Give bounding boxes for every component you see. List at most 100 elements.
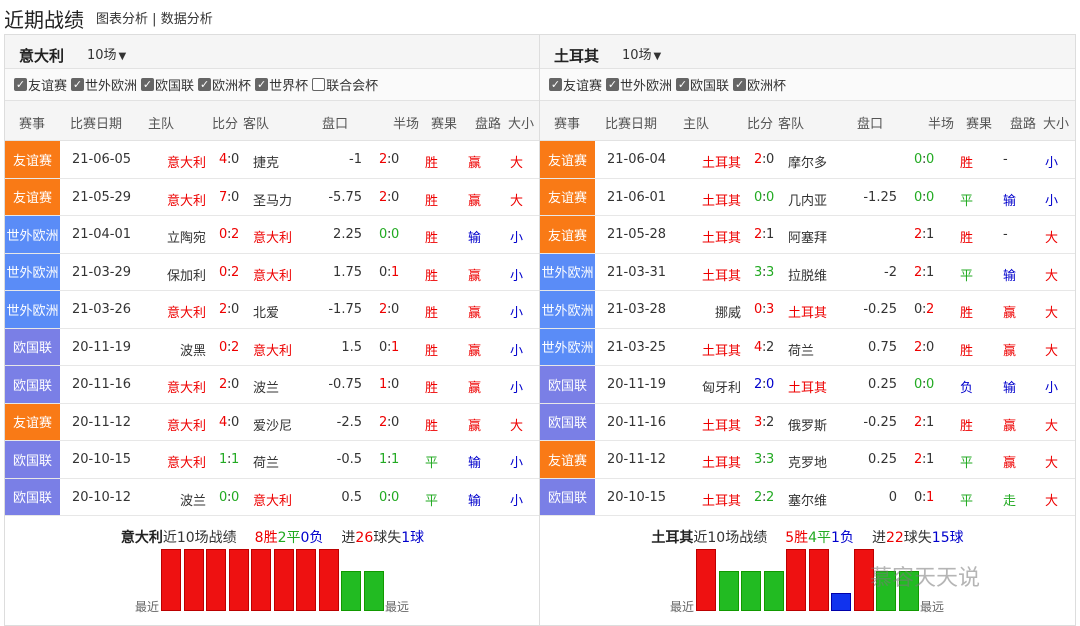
home-team[interactable]: 波黑 xyxy=(180,340,206,359)
checkbox-icon[interactable]: ✓ xyxy=(676,78,690,91)
home-team[interactable]: 土耳其 xyxy=(702,340,741,359)
checkbox-icon[interactable]: ✓ xyxy=(549,78,562,91)
checkbox-icon[interactable]: ✓ xyxy=(141,78,155,91)
away-team[interactable]: 意大利 xyxy=(253,340,292,359)
filter-checkbox[interactable]: ✓ 欧国联 xyxy=(141,75,194,94)
home-team[interactable]: 土耳其 xyxy=(702,265,741,284)
data-analysis-link[interactable]: 数据分析 xyxy=(161,12,213,27)
filter-checkbox[interactable]: ✓ 友谊赛 xyxy=(14,75,67,94)
match-count-dropdown[interactable]: 10场 ▼ xyxy=(622,44,661,63)
league-badge[interactable]: 友谊赛 xyxy=(5,141,60,178)
filter-checkbox[interactable]: ✓ 世外欧洲 xyxy=(71,75,137,94)
league-badge[interactable]: 欧国联 xyxy=(5,441,60,478)
league-badge[interactable]: 友谊赛 xyxy=(5,178,60,215)
checkbox-icon[interactable]: ✓ xyxy=(606,78,620,91)
result: 胜 xyxy=(960,306,974,321)
league-badge[interactable]: 世外欧洲 xyxy=(540,291,595,328)
match-count-dropdown[interactable]: 10场 ▼ xyxy=(87,44,126,63)
filter-checkbox[interactable]: ✓ 欧洲杯 xyxy=(733,75,786,94)
league-badge[interactable]: 世外欧洲 xyxy=(5,291,60,328)
home-team[interactable]: 保加利 xyxy=(167,265,206,284)
filter-checkbox[interactable]: ✓ 友谊赛 xyxy=(549,75,602,94)
away-team[interactable]: 俄罗斯 xyxy=(788,415,827,434)
away-team[interactable]: 意大利 xyxy=(253,227,292,246)
checkbox-icon[interactable]: ✓ xyxy=(255,78,269,91)
league-badge[interactable]: 欧国联 xyxy=(540,366,595,403)
league-badge[interactable]: 友谊赛 xyxy=(540,216,595,253)
away-team[interactable]: 波兰 xyxy=(253,377,279,396)
league-badge[interactable]: 欧国联 xyxy=(5,328,60,365)
home-team[interactable]: 匈牙利 xyxy=(702,377,741,396)
away-team[interactable]: 圣马力 xyxy=(253,190,292,209)
handicap-line: -5.75 xyxy=(328,189,362,205)
league-badge[interactable]: 欧国联 xyxy=(5,478,60,515)
away-team[interactable]: 土耳其 xyxy=(788,377,827,396)
home-team[interactable]: 波兰 xyxy=(180,490,206,509)
away-team[interactable]: 荷兰 xyxy=(788,340,814,359)
league-badge[interactable]: 世外欧洲 xyxy=(540,328,595,365)
away-team[interactable]: 塞尔维 xyxy=(788,490,827,509)
away-team[interactable]: 土耳其 xyxy=(788,302,827,321)
league-badge[interactable]: 世外欧洲 xyxy=(5,253,60,290)
over-under: 小 xyxy=(510,343,524,359)
score-away: 2 xyxy=(766,414,775,430)
match-count-label: 10场 xyxy=(87,48,117,63)
match-date: 21-03-28 xyxy=(607,302,667,317)
home-team[interactable]: 土耳其 xyxy=(702,190,741,209)
away-team[interactable]: 捷克 xyxy=(253,152,279,171)
away-team[interactable]: 阿塞拜 xyxy=(788,227,827,246)
away-team[interactable]: 北爱 xyxy=(253,302,279,321)
league-badge[interactable]: 友谊赛 xyxy=(540,178,595,215)
home-team[interactable]: 立陶宛 xyxy=(167,227,206,246)
league-badge[interactable]: 欧国联 xyxy=(540,478,595,515)
form-bar xyxy=(741,571,761,611)
league-badge[interactable]: 友谊赛 xyxy=(5,403,60,440)
home-team[interactable]: 意大利 xyxy=(167,452,206,471)
chart-analysis-link[interactable]: 图表分析 xyxy=(96,12,148,27)
match-count-label: 10场 xyxy=(622,48,652,63)
league-badge[interactable]: 世外欧洲 xyxy=(540,253,595,290)
away-team[interactable]: 克罗地 xyxy=(788,452,827,471)
away-team[interactable]: 荷兰 xyxy=(253,452,279,471)
filter-checkbox[interactable]: ✓ 欧洲杯 xyxy=(198,75,251,94)
checkbox-icon[interactable]: ✓ xyxy=(71,78,85,91)
league-badge[interactable]: 世外欧洲 xyxy=(5,216,60,253)
result: 胜 xyxy=(425,193,439,209)
league-badge[interactable]: 友谊赛 xyxy=(540,441,595,478)
away-team[interactable]: 几内亚 xyxy=(788,190,827,209)
form-summary: 意大利近10场战绩 8胜2平0负 进26球失1球 最近 最远 xyxy=(5,523,540,625)
away-team[interactable]: 意大利 xyxy=(253,265,292,284)
home-team[interactable]: 土耳其 xyxy=(702,490,741,509)
home-team[interactable]: 意大利 xyxy=(167,152,206,171)
away-team[interactable]: 爱沙尼 xyxy=(253,415,292,434)
home-team[interactable]: 意大利 xyxy=(167,190,206,209)
home-team[interactable]: 意大利 xyxy=(167,302,206,321)
filter-checkbox[interactable]: ✓ 欧国联 xyxy=(676,75,729,94)
checkbox-icon[interactable]: ✓ xyxy=(14,78,27,91)
checkbox-icon[interactable]: ✓ xyxy=(198,78,212,91)
away-team[interactable]: 意大利 xyxy=(253,490,292,509)
home-team[interactable]: 挪威 xyxy=(715,302,741,321)
team-header: 意大利 10场 ▼ xyxy=(5,35,540,69)
home-team[interactable]: 意大利 xyxy=(167,415,206,434)
league-badge[interactable]: 欧国联 xyxy=(5,366,60,403)
home-team[interactable]: 土耳其 xyxy=(702,227,741,246)
filter-checkbox[interactable]: ✓ 世界杯 xyxy=(255,75,308,94)
checkbox-icon[interactable] xyxy=(312,78,326,91)
handicap-line: 0.25 xyxy=(868,377,897,392)
home-team[interactable]: 土耳其 xyxy=(702,415,741,434)
checkbox-icon[interactable]: ✓ xyxy=(733,78,747,91)
halftime-away: 0 xyxy=(926,377,935,392)
home-team[interactable]: 土耳其 xyxy=(702,452,741,471)
league-badge[interactable]: 欧国联 xyxy=(540,403,595,440)
draw-count: 4 xyxy=(808,530,818,546)
away-team[interactable]: 摩尔多 xyxy=(788,152,827,171)
league-badge[interactable]: 友谊赛 xyxy=(540,141,595,178)
handicap-line: 1.5 xyxy=(341,339,362,355)
away-team[interactable]: 拉脱维 xyxy=(788,265,827,284)
home-team[interactable]: 土耳其 xyxy=(702,152,741,171)
home-team[interactable]: 意大利 xyxy=(167,377,206,396)
filter-checkbox[interactable]: ✓ 世外欧洲 xyxy=(606,75,672,94)
filter-checkbox[interactable]: 联合会杯 xyxy=(312,75,378,94)
score-away: 0 xyxy=(231,489,240,505)
